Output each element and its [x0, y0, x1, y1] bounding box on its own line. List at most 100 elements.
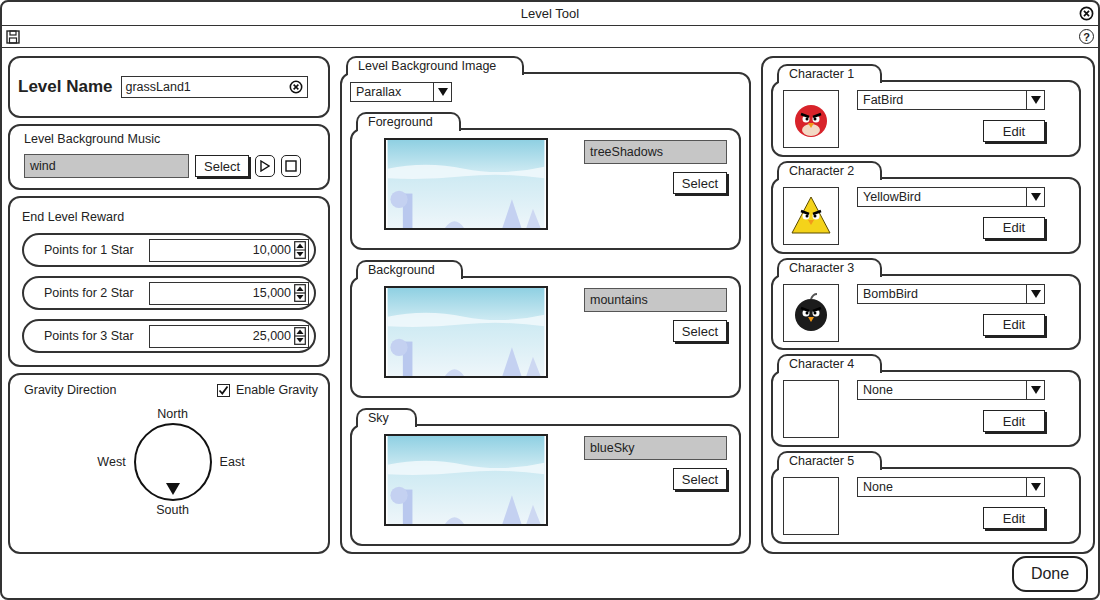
dropdown-button[interactable] — [433, 83, 451, 101]
direction-label[interactable]: South — [156, 503, 189, 517]
gravity-panel: Gravity Direction Enable Gravity North East… — [8, 373, 330, 554]
character-avatar — [783, 380, 839, 438]
reward-row: Points for 2 Star15,000 — [22, 276, 316, 310]
music-field: wind — [24, 154, 189, 178]
footer: Done — [2, 554, 1098, 598]
check-icon — [218, 385, 229, 396]
card-body: treeShadows Select — [350, 128, 741, 250]
spinner-arrows-icon[interactable] — [294, 241, 306, 259]
card-body: None Edit — [771, 467, 1081, 544]
dropdown-button[interactable] — [1026, 188, 1044, 206]
dropdown-button[interactable] — [1026, 381, 1044, 399]
dropdown-button[interactable] — [1026, 91, 1044, 109]
music-panel: Level Background MusicwindSelect — [8, 124, 330, 190]
music-select-button[interactable]: Select — [195, 155, 249, 177]
dropdown[interactable]: None — [857, 380, 1045, 400]
card-body: YellowBird Edit — [771, 177, 1081, 254]
dropdown-button[interactable] — [1026, 285, 1044, 303]
dropdown[interactable]: BombBird — [857, 284, 1045, 304]
character-avatar — [783, 90, 839, 148]
bird-icon — [789, 194, 833, 238]
window-title: Level Tool — [521, 6, 579, 21]
spinner-arrows-icon[interactable] — [294, 327, 306, 345]
card-body: ParallaxForegroundtreeShadowsSelectBackg… — [340, 72, 751, 554]
card-body: mountains Select — [350, 276, 741, 398]
direction-label[interactable]: North — [157, 407, 188, 421]
points-spinner[interactable]: 25,000 — [149, 325, 309, 348]
character-controls: None Edit — [845, 477, 1045, 536]
layer-select-button[interactable]: Select — [673, 172, 727, 194]
close-icon[interactable] — [1079, 6, 1094, 21]
dropdown-arrow-icon — [1031, 96, 1041, 104]
checkbox-label: Enable Gravity — [236, 383, 318, 397]
layer-card: Background mountains Select — [350, 260, 741, 398]
card-body: BombBird Edit — [771, 274, 1081, 351]
layer-select-button[interactable]: Select — [673, 468, 727, 490]
character-card: Character 1FatBirdEdit — [771, 64, 1081, 157]
done-button[interactable]: Done — [1012, 556, 1088, 592]
card-tab: Sky — [356, 408, 417, 427]
clear-icon[interactable] — [289, 80, 303, 94]
layer-image-field: mountains — [584, 288, 727, 312]
level-name-panel: Level NamegrassLand1 — [8, 56, 330, 118]
character-avatar — [783, 187, 839, 245]
close-button[interactable] — [1079, 6, 1094, 21]
points-spinner[interactable]: 10,000 — [149, 239, 309, 262]
checkbox-box[interactable] — [217, 384, 230, 397]
save-button[interactable] — [6, 30, 20, 44]
character-edit-button[interactable]: Edit — [983, 410, 1045, 432]
card-body: FatBird Edit — [771, 80, 1081, 157]
dropdown[interactable]: Parallax — [350, 82, 452, 102]
content: Level NamegrassLand1Level Background Mus… — [2, 48, 1098, 554]
gravity-title: Gravity Direction — [24, 383, 116, 397]
stop-button[interactable] — [281, 155, 301, 177]
enable-gravity-checkbox[interactable]: Enable Gravity — [217, 383, 318, 397]
points-value: 25,000 — [253, 329, 291, 343]
reward-label: Points for 1 Star — [44, 243, 134, 257]
reward-panel: End Level RewardPoints for 1 Star10,000P… — [8, 196, 330, 367]
character-edit-button[interactable]: Edit — [983, 217, 1045, 239]
dropdown-arrow-icon — [1031, 193, 1041, 201]
dropdown-button[interactable] — [1026, 478, 1044, 496]
character-avatar — [783, 284, 839, 342]
dropdown[interactable]: YellowBird — [857, 187, 1045, 207]
layer-select-button[interactable]: Select — [673, 320, 727, 342]
card-tab: Background — [356, 260, 463, 279]
spinner-arrows-icon[interactable] — [294, 284, 306, 302]
dropdown[interactable]: FatBird — [857, 90, 1045, 110]
bird-icon — [789, 291, 833, 335]
character-card: Character 4 None Edit — [771, 354, 1081, 447]
direction-label[interactable]: East — [220, 455, 245, 469]
save-icon — [6, 30, 20, 44]
layer-image-field: treeShadows — [584, 140, 727, 164]
reward-row: Points for 1 Star 10,000 — [22, 233, 316, 267]
character-card: Character 3 BombBird Edit — [771, 258, 1081, 351]
dropdown[interactable]: None — [857, 477, 1045, 497]
left-column: Level NamegrassLand1Level Background Mus… — [8, 56, 330, 554]
character-edit-button[interactable]: Edit — [983, 120, 1045, 142]
level-name-input[interactable]: grassLand1 — [121, 76, 309, 98]
dropdown-value: None — [858, 478, 898, 496]
reward-row: Points for 3 Star25,000 — [22, 319, 316, 353]
play-button[interactable] — [255, 155, 275, 177]
points-spinner[interactable]: 15,000 — [149, 282, 309, 305]
layer-image — [384, 138, 548, 230]
reward-title: End Level Reward — [22, 210, 316, 224]
direction-arrow-icon — [166, 483, 180, 495]
points-value: 15,000 — [253, 286, 291, 300]
character-edit-button[interactable]: Edit — [983, 507, 1045, 529]
help-button[interactable]: ? — [1079, 29, 1094, 44]
gravity-compass[interactable]: North East South West — [97, 407, 244, 517]
card-tab: Character 5 — [777, 451, 882, 470]
toolbar: ? — [2, 26, 1098, 48]
bird-icon — [789, 97, 833, 141]
card-tab: Character 4 — [777, 354, 882, 373]
character-edit-button[interactable]: Edit — [983, 314, 1045, 336]
dropdown-arrow-icon — [1031, 483, 1041, 491]
stop-icon — [285, 160, 297, 172]
card-tab: Character 3 — [777, 258, 882, 277]
level-tool-window: Level Tool? Level NamegrassLand1Level Bac… — [0, 0, 1100, 600]
layer-controls: treeShadows Select — [560, 138, 727, 240]
direction-dial[interactable] — [134, 423, 212, 501]
direction-label[interactable]: West — [97, 455, 125, 469]
